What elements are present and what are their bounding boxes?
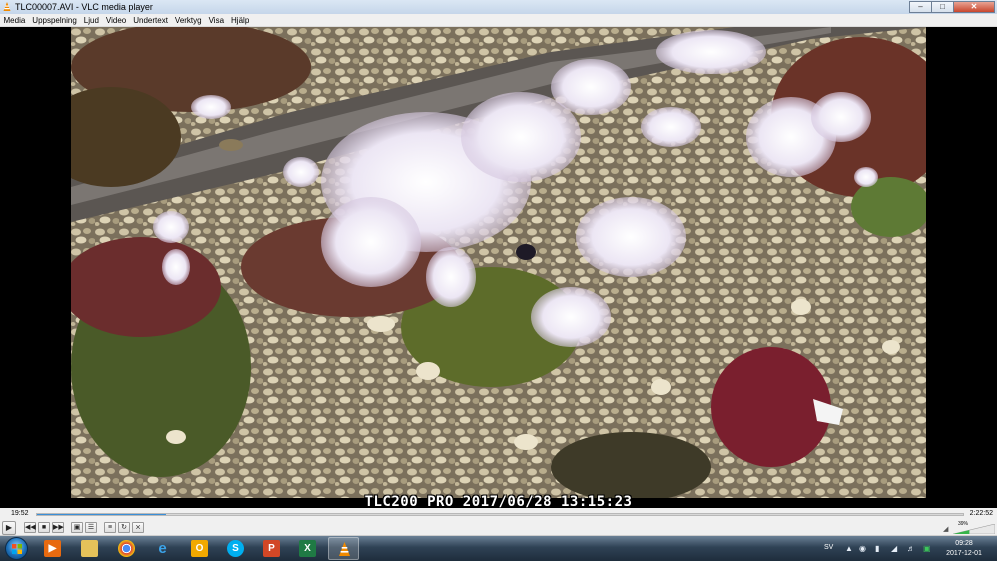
excel-icon: X [299, 540, 316, 557]
menu-help[interactable]: Hjälp [228, 16, 253, 25]
elapsed-time[interactable]: 19:52 [11, 510, 29, 517]
skype-icon: S [227, 540, 244, 557]
menu-audio[interactable]: Ljud [80, 16, 102, 25]
extended-settings-button[interactable]: ☰ [85, 522, 97, 533]
taskbar-outlook[interactable]: O [184, 537, 215, 560]
signal-icon[interactable]: ◢ [891, 544, 897, 553]
windows-taskbar: ▶ e O S P X SV ▲ ◉ ▮ ◢ ♬ ▣ 09:28 2017-12… [0, 536, 997, 561]
total-time[interactable]: 2:22:52 [970, 510, 993, 517]
folder-icon [81, 540, 98, 557]
window-title: TLC00007.AVI - VLC media player [15, 2, 153, 12]
loop-icon: ↻ [121, 524, 127, 531]
stop-icon: ■ [41, 524, 47, 531]
playlist-icon: ≡ [107, 524, 113, 531]
outlook-icon: O [191, 540, 208, 557]
previous-button[interactable]: ◀◀ [24, 522, 36, 533]
media-player-icon: ▶ [44, 540, 61, 557]
action-center-icon[interactable]: ▣ [923, 544, 931, 553]
shuffle-button[interactable]: ⨯ [132, 522, 144, 533]
taskbar-internet-explorer[interactable]: e [147, 537, 178, 560]
play-button[interactable]: ▶ [2, 521, 16, 535]
menu-view[interactable]: Visa [205, 16, 227, 25]
network-globe-icon[interactable]: ◉ [859, 544, 866, 553]
battery-icon[interactable]: ▮ [875, 544, 879, 553]
clock-time: 09:28 [955, 540, 973, 547]
start-icon [12, 544, 22, 554]
clock-date: 2017-12-01 [946, 550, 982, 557]
powerpoint-icon: P [263, 540, 280, 557]
maximize-button[interactable]: □ [931, 1, 953, 13]
playback-controls: ▶ ◀◀ ■ ▶▶ ▣ ☰ ≡ ↻ ⨯ ◢ 39% [0, 520, 997, 536]
taskbar-excel[interactable]: X [292, 537, 323, 560]
previous-icon: ◀◀ [25, 524, 36, 531]
extended-settings-icon: ☰ [87, 524, 95, 531]
taskbar-explorer[interactable] [74, 537, 105, 560]
volume-tray-icon[interactable]: ♬ [907, 544, 915, 553]
menu-tools[interactable]: Verktyg [171, 16, 205, 25]
video-frame[interactable] [71, 27, 926, 498]
seek-progress [37, 514, 166, 515]
start-button[interactable] [5, 537, 28, 560]
minimize-button[interactable]: – [909, 1, 931, 13]
taskbar-media-player[interactable]: ▶ [37, 537, 68, 560]
next-button[interactable]: ▶▶ [52, 522, 64, 533]
title-bar[interactable]: TLC00007.AVI - VLC media player – □ ✕ [0, 0, 997, 14]
vlc-cone-icon [3, 2, 11, 11]
show-hidden-icons-icon[interactable]: ▲ [845, 544, 853, 553]
vlc-icon [339, 542, 350, 556]
system-clock[interactable]: 09:28 2017-12-01 [938, 539, 990, 559]
internet-explorer-icon: e [158, 540, 167, 557]
fullscreen-icon: ▣ [73, 524, 81, 531]
close-icon: ✕ [970, 2, 978, 11]
video-area[interactable]: TLC200 PRO 2017/06/28 13:15:23 [0, 27, 997, 510]
fullscreen-button[interactable]: ▣ [71, 522, 83, 533]
chrome-icon [118, 540, 135, 557]
volume-slider[interactable] [953, 524, 995, 534]
seek-bar: 19:52 2:22:52 [0, 508, 997, 520]
input-language[interactable]: SV [824, 544, 833, 551]
vlc-window: TLC00007.AVI - VLC media player – □ ✕ Me… [0, 0, 997, 561]
menu-video[interactable]: Video [102, 16, 129, 25]
minimize-icon: – [918, 2, 923, 11]
taskbar-skype[interactable]: S [220, 537, 251, 560]
close-button[interactable]: ✕ [953, 1, 995, 13]
stop-button[interactable]: ■ [38, 522, 50, 533]
loop-button[interactable]: ↻ [118, 522, 130, 533]
play-icon: ▶ [5, 523, 13, 532]
maximize-icon: □ [940, 2, 945, 11]
speaker-icon[interactable]: ◢ [943, 525, 948, 533]
menu-subtitle[interactable]: Undertext [130, 16, 172, 25]
menu-bar: Media Uppspelning Ljud Video Undertext V… [0, 14, 997, 27]
shuffle-icon: ⨯ [135, 524, 141, 531]
playlist-button[interactable]: ≡ [104, 522, 116, 533]
video-scene-image [71, 27, 926, 498]
menu-media[interactable]: Media [0, 16, 29, 25]
taskbar-powerpoint[interactable]: P [256, 537, 287, 560]
menu-playback[interactable]: Uppspelning [29, 16, 80, 25]
next-icon: ▶▶ [53, 524, 64, 531]
seek-slider[interactable] [36, 513, 964, 516]
taskbar-vlc[interactable] [328, 537, 359, 560]
taskbar-chrome[interactable] [111, 537, 142, 560]
